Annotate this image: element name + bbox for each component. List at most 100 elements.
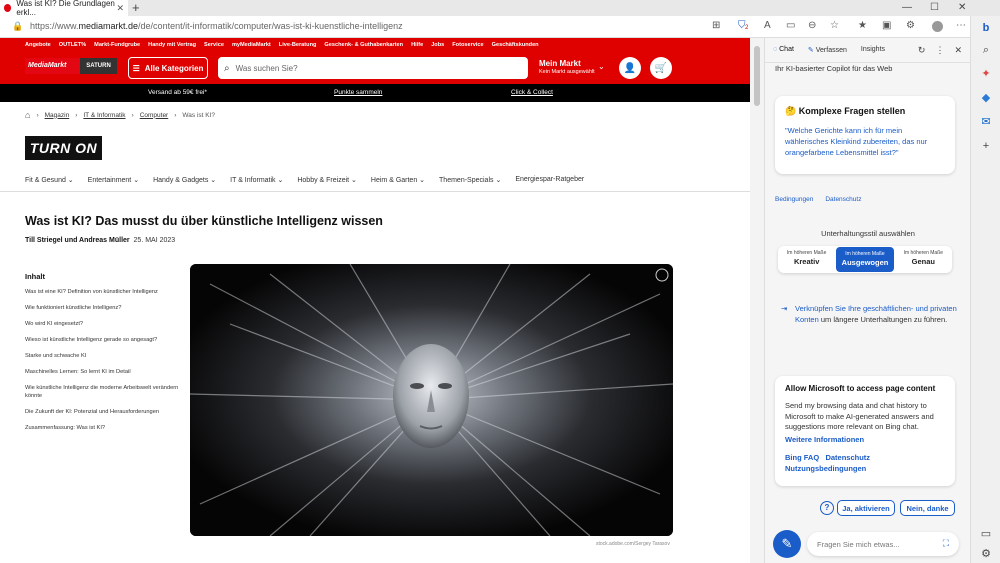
top-link[interactable]: OUTLET%: [59, 42, 86, 48]
breadcrumb-magazin[interactable]: Magazin: [45, 112, 70, 119]
outlook-icon[interactable]: ✉: [978, 114, 994, 130]
settings-icon[interactable]: ⚙: [978, 546, 994, 562]
nav-item[interactable]: Fit & Gesund ⌄: [25, 176, 74, 184]
more-icon[interactable]: ⋯: [956, 20, 966, 31]
chevron-down-icon[interactable]: ⌄: [598, 62, 605, 71]
account-icon[interactable]: 👤: [619, 57, 641, 79]
breadcrumb-it[interactable]: IT & Informatik: [83, 112, 125, 119]
top-link[interactable]: Service: [204, 42, 224, 48]
reader-view-icon[interactable]: ▭: [786, 20, 795, 31]
style-creative[interactable]: Im höheren Maße Kreativ: [778, 246, 835, 273]
my-market-selector[interactable]: Mein Markt Kein Markt ausgewählt: [539, 59, 595, 75]
url-field[interactable]: https://www.mediamarkt.de/de/content/it-…: [30, 21, 403, 31]
toc-item[interactable]: Wie funktioniert künstliche Intelligenz?: [25, 305, 185, 313]
nav-item[interactable]: Energiespar-Ratgeber: [515, 176, 584, 184]
nav-item[interactable]: Handy & Gadgets ⌄: [153, 176, 216, 184]
profile-avatar[interactable]: [932, 21, 943, 32]
new-tab-button[interactable]: +: [132, 0, 140, 16]
close-sidebar-icon[interactable]: ✕: [954, 45, 962, 56]
sidebar-controls: ↻ ⋮ ✕: [918, 45, 962, 56]
top-link[interactable]: Hilfe: [411, 42, 423, 48]
apps-icon[interactable]: ⊞: [712, 20, 720, 31]
toc-item[interactable]: Was ist eine KI? Definition von künstlic…: [25, 289, 185, 297]
bing-icon[interactable]: b: [978, 20, 994, 36]
zoom-icon[interactable]: ⊖: [808, 20, 816, 31]
suggestion-card[interactable]: 🤔 Komplexe Fragen stellen "Welche Gerich…: [775, 96, 955, 174]
more-options-icon[interactable]: ⋮: [935, 45, 944, 56]
suggestion-question[interactable]: "Welche Gerichte kann ich für mein wähle…: [785, 125, 945, 158]
search-input[interactable]: ⌕ Was suchen Sie?: [218, 57, 528, 79]
url-prefix: https://www.: [30, 21, 79, 31]
top-link[interactable]: Geschenk- & Guthabenkarten: [324, 42, 403, 48]
close-tab-icon[interactable]: ✕: [116, 3, 124, 14]
toc-item[interactable]: Maschinelles Lernen: So lernt KI im Deta…: [25, 369, 185, 377]
search-icon[interactable]: ⌕: [978, 42, 994, 58]
more-info-link[interactable]: Weitere Informationen: [785, 435, 945, 444]
sidebar-layout-icon[interactable]: ▭: [978, 526, 994, 542]
read-aloud-icon[interactable]: A: [764, 20, 771, 31]
tab-compose[interactable]: ✎ Verfassen: [808, 46, 847, 54]
top-link[interactable]: Live-Beratung: [279, 42, 317, 48]
page-scrollbar[interactable]: [750, 38, 764, 563]
toc-item[interactable]: Zusammenfassung: Was ist KI?: [25, 425, 185, 433]
games-icon[interactable]: ◆: [978, 90, 994, 106]
top-link[interactable]: Markt-Fundgrube: [94, 42, 140, 48]
click-collect-link[interactable]: Click & Collect: [511, 89, 553, 96]
favorite-icon[interactable]: ☆: [830, 20, 839, 31]
toc-heading: Inhalt: [25, 272, 45, 281]
toc-item[interactable]: Wo wird KI eingesetzt?: [25, 321, 185, 329]
activate-button[interactable]: Ja, aktivieren: [837, 500, 895, 516]
sign-in-icon: ⇥: [781, 304, 788, 313]
top-link[interactable]: myMediaMarkt: [232, 42, 271, 48]
scrollbar-thumb[interactable]: [754, 46, 760, 106]
image-search-icon[interactable]: ⛶: [943, 538, 949, 549]
nav-item[interactable]: IT & Informatik ⌄: [230, 176, 283, 184]
top-link[interactable]: Jobs: [431, 42, 444, 48]
toc-item[interactable]: Die Zukunft der KI: Potenzial und Heraus…: [25, 409, 185, 417]
collections-icon[interactable]: ▣: [882, 20, 891, 31]
decline-button[interactable]: Nein, danke: [900, 500, 955, 516]
top-link[interactable]: Handy mit Vertrag: [148, 42, 196, 48]
refresh-icon[interactable]: ↻: [918, 45, 926, 56]
tab-insights[interactable]: Insights: [861, 46, 885, 54]
turnon-logo[interactable]: TURN ON: [25, 136, 102, 160]
tab-chat[interactable]: ◌ Chat: [773, 46, 794, 54]
nav-item[interactable]: Themen-Specials ⌄: [439, 176, 501, 184]
minimize-icon[interactable]: —: [902, 2, 912, 13]
close-window-icon[interactable]: ✕: [958, 2, 966, 13]
top-link[interactable]: Angebote: [25, 42, 51, 48]
top-link[interactable]: Geschäftskunden: [492, 42, 539, 48]
home-icon[interactable]: ⌂: [25, 110, 30, 120]
mediamarkt-saturn-logo[interactable]: MediaMarkt SATURN: [25, 58, 117, 74]
top-link[interactable]: Fotoservice: [452, 42, 483, 48]
privacy-link[interactable]: Datenschutz: [825, 196, 861, 203]
nav-item[interactable]: Heim & Garten ⌄: [371, 176, 425, 184]
nav-item[interactable]: Entertainment ⌄: [88, 176, 139, 184]
points-link[interactable]: Punkte sammeln: [334, 89, 382, 96]
chat-input[interactable]: Fragen Sie mich etwas... ⛶: [807, 532, 959, 556]
maximize-icon[interactable]: ☐: [930, 2, 939, 13]
lock-icon[interactable]: 🔒: [12, 21, 23, 32]
favorites-icon[interactable]: ★: [858, 20, 867, 31]
style-balanced[interactable]: Im höheren Maße Ausgewogen: [836, 247, 894, 272]
datenschutz-link[interactable]: Datenschutz: [825, 453, 870, 462]
breadcrumb-computer[interactable]: Computer: [140, 112, 169, 119]
new-topic-icon[interactable]: ✎: [773, 530, 801, 558]
terms-link[interactable]: Bedingungen: [775, 196, 813, 203]
tools-icon[interactable]: ✦: [978, 66, 994, 82]
nav-label: Hobby & Freizeit: [297, 177, 350, 184]
toc-item[interactable]: Starke und schwache KI: [25, 353, 185, 361]
nav-item[interactable]: Hobby & Freizeit ⌄: [297, 176, 357, 184]
help-icon[interactable]: ?: [820, 501, 834, 515]
extensions-icon[interactable]: ⚙: [906, 20, 915, 31]
all-categories-button[interactable]: ☰ Alle Kategorien: [128, 57, 208, 79]
chat-icon: ◌: [773, 46, 778, 53]
terms-of-use-link[interactable]: Nutzungsbedingungen: [785, 464, 866, 473]
style-precise[interactable]: Im höheren Maße Genau: [895, 246, 952, 273]
toc-item[interactable]: Wie künstliche Intelligenz die moderne A…: [25, 385, 185, 400]
bing-faq-link[interactable]: Bing FAQ: [785, 453, 819, 462]
toc-item[interactable]: Wieso ist künstliche Intelligenz gerade …: [25, 337, 185, 345]
add-icon[interactable]: +: [978, 138, 994, 154]
active-tab[interactable]: Was ist KI? Die Grundlagen erkl... ✕: [0, 0, 128, 17]
cart-icon[interactable]: 🛒: [650, 57, 672, 79]
